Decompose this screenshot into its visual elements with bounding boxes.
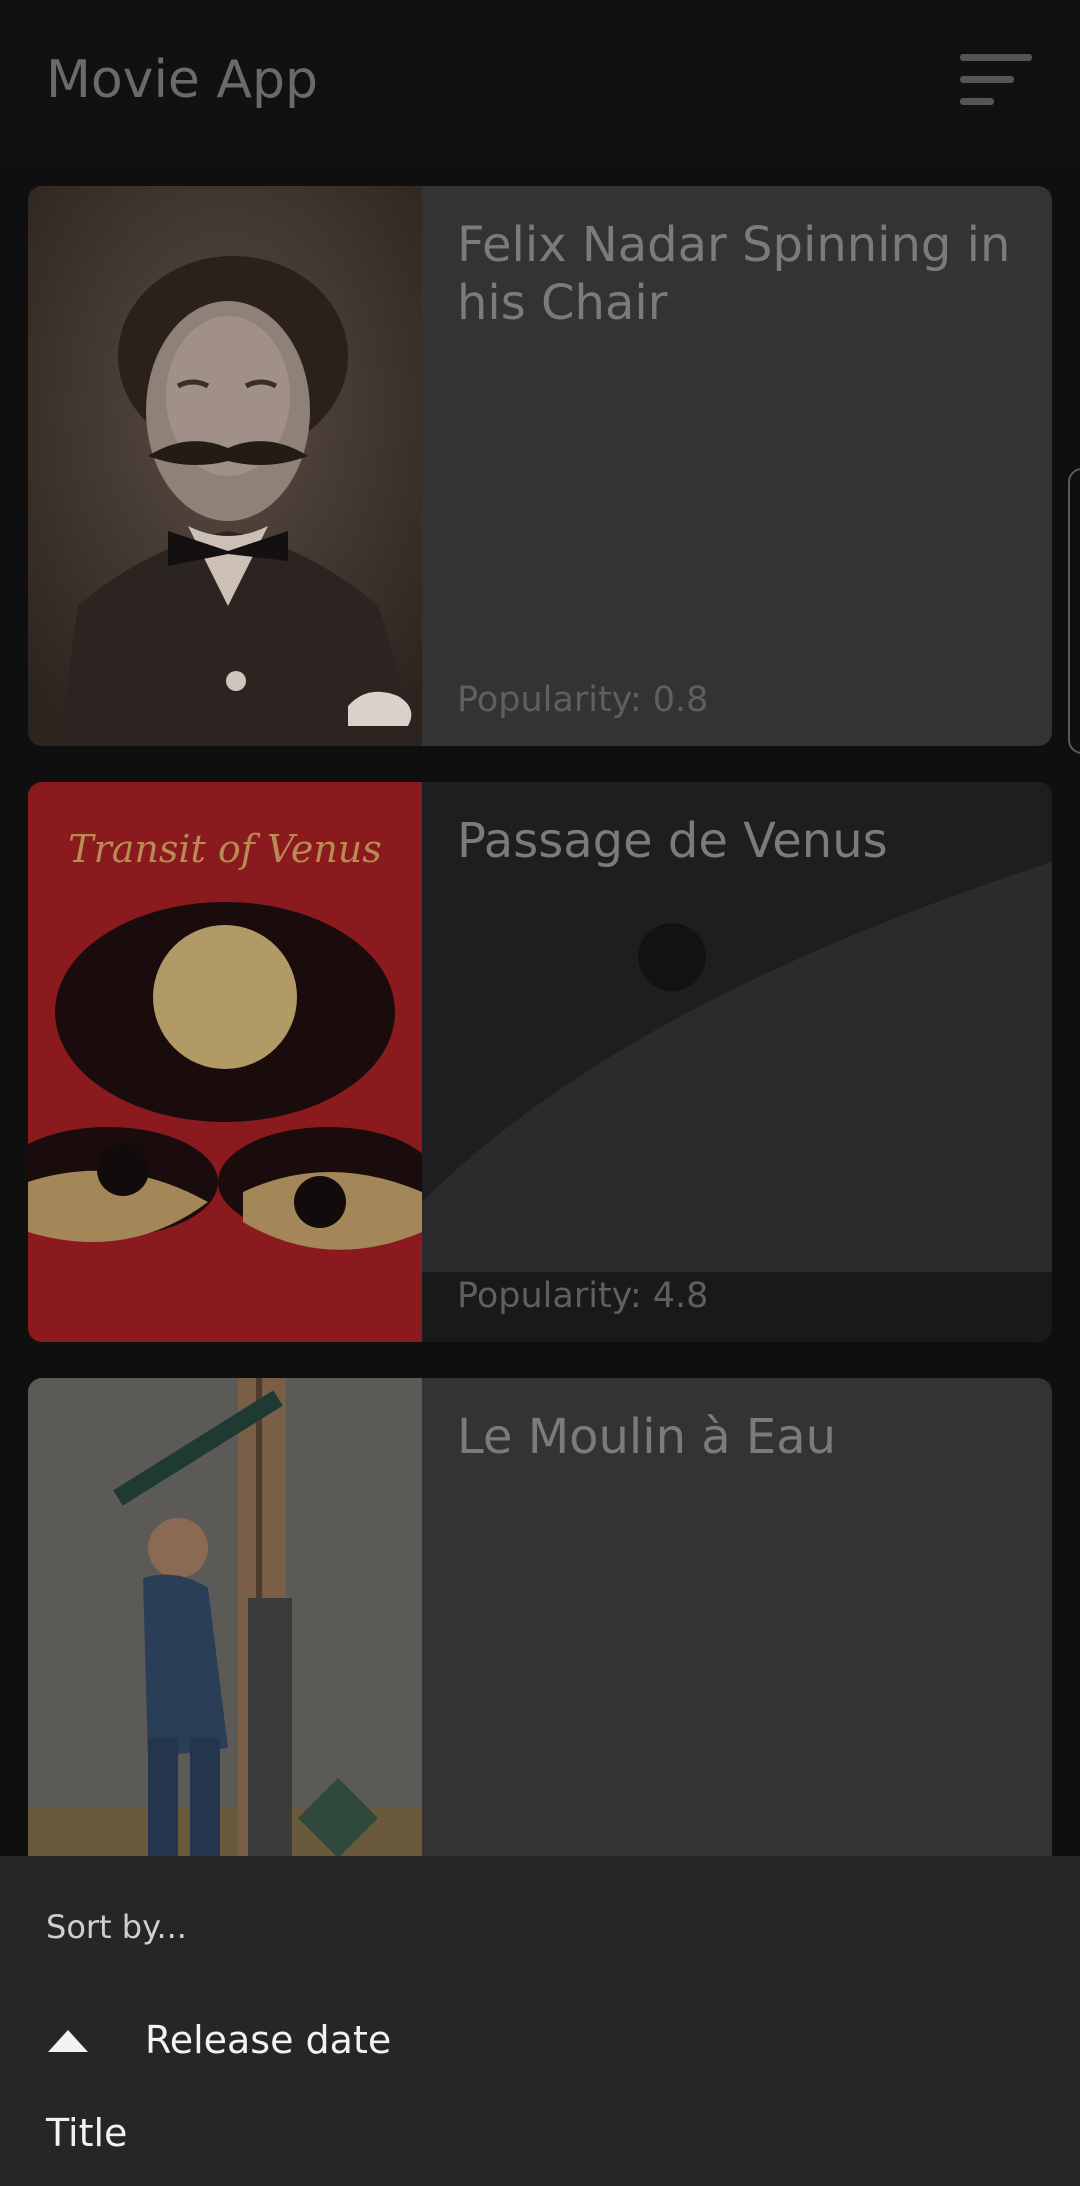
sort-sheet-header: Sort by...	[46, 1908, 187, 1946]
arrow-up-icon	[48, 2030, 88, 2052]
sort-option-label: Release date	[145, 2018, 392, 2062]
movie-title: Passage de Venus	[457, 813, 888, 869]
sort-option-title[interactable]: Title	[0, 2089, 1080, 2179]
movie-card[interactable]: Le Moulin à Eau	[28, 1378, 1052, 1938]
fast-scroll-handle[interactable]	[1068, 468, 1080, 754]
movie-poster: Transit of Venus	[28, 782, 422, 1342]
movie-title: Le Moulin à Eau	[457, 1409, 837, 1465]
movie-poster	[28, 186, 422, 746]
app-title: Movie App	[46, 50, 319, 110]
movie-popularity: Popularity: 4.8	[457, 1276, 709, 1316]
sort-option-label: Title	[46, 2111, 128, 2155]
movie-card[interactable]: Felix Nadar Spinning in his Chair Popula…	[28, 186, 1052, 746]
movie-title: Felix Nadar Spinning in his Chair	[457, 217, 1011, 331]
sort-lines-icon[interactable]	[960, 50, 1040, 110]
movie-card[interactable]: Transit of Venus Passage de Venus Popula…	[28, 782, 1052, 1342]
sort-option-release-date[interactable]: Release date	[0, 1996, 1080, 2086]
movie-popularity: Popularity: 0.8	[457, 680, 709, 720]
sort-bottom-sheet: Sort by... Release date Title	[0, 1856, 1080, 2186]
poster-title-text: Transit of Venus	[68, 827, 382, 871]
top-app-bar: Movie App	[0, 0, 1080, 165]
movie-poster	[28, 1378, 422, 1938]
